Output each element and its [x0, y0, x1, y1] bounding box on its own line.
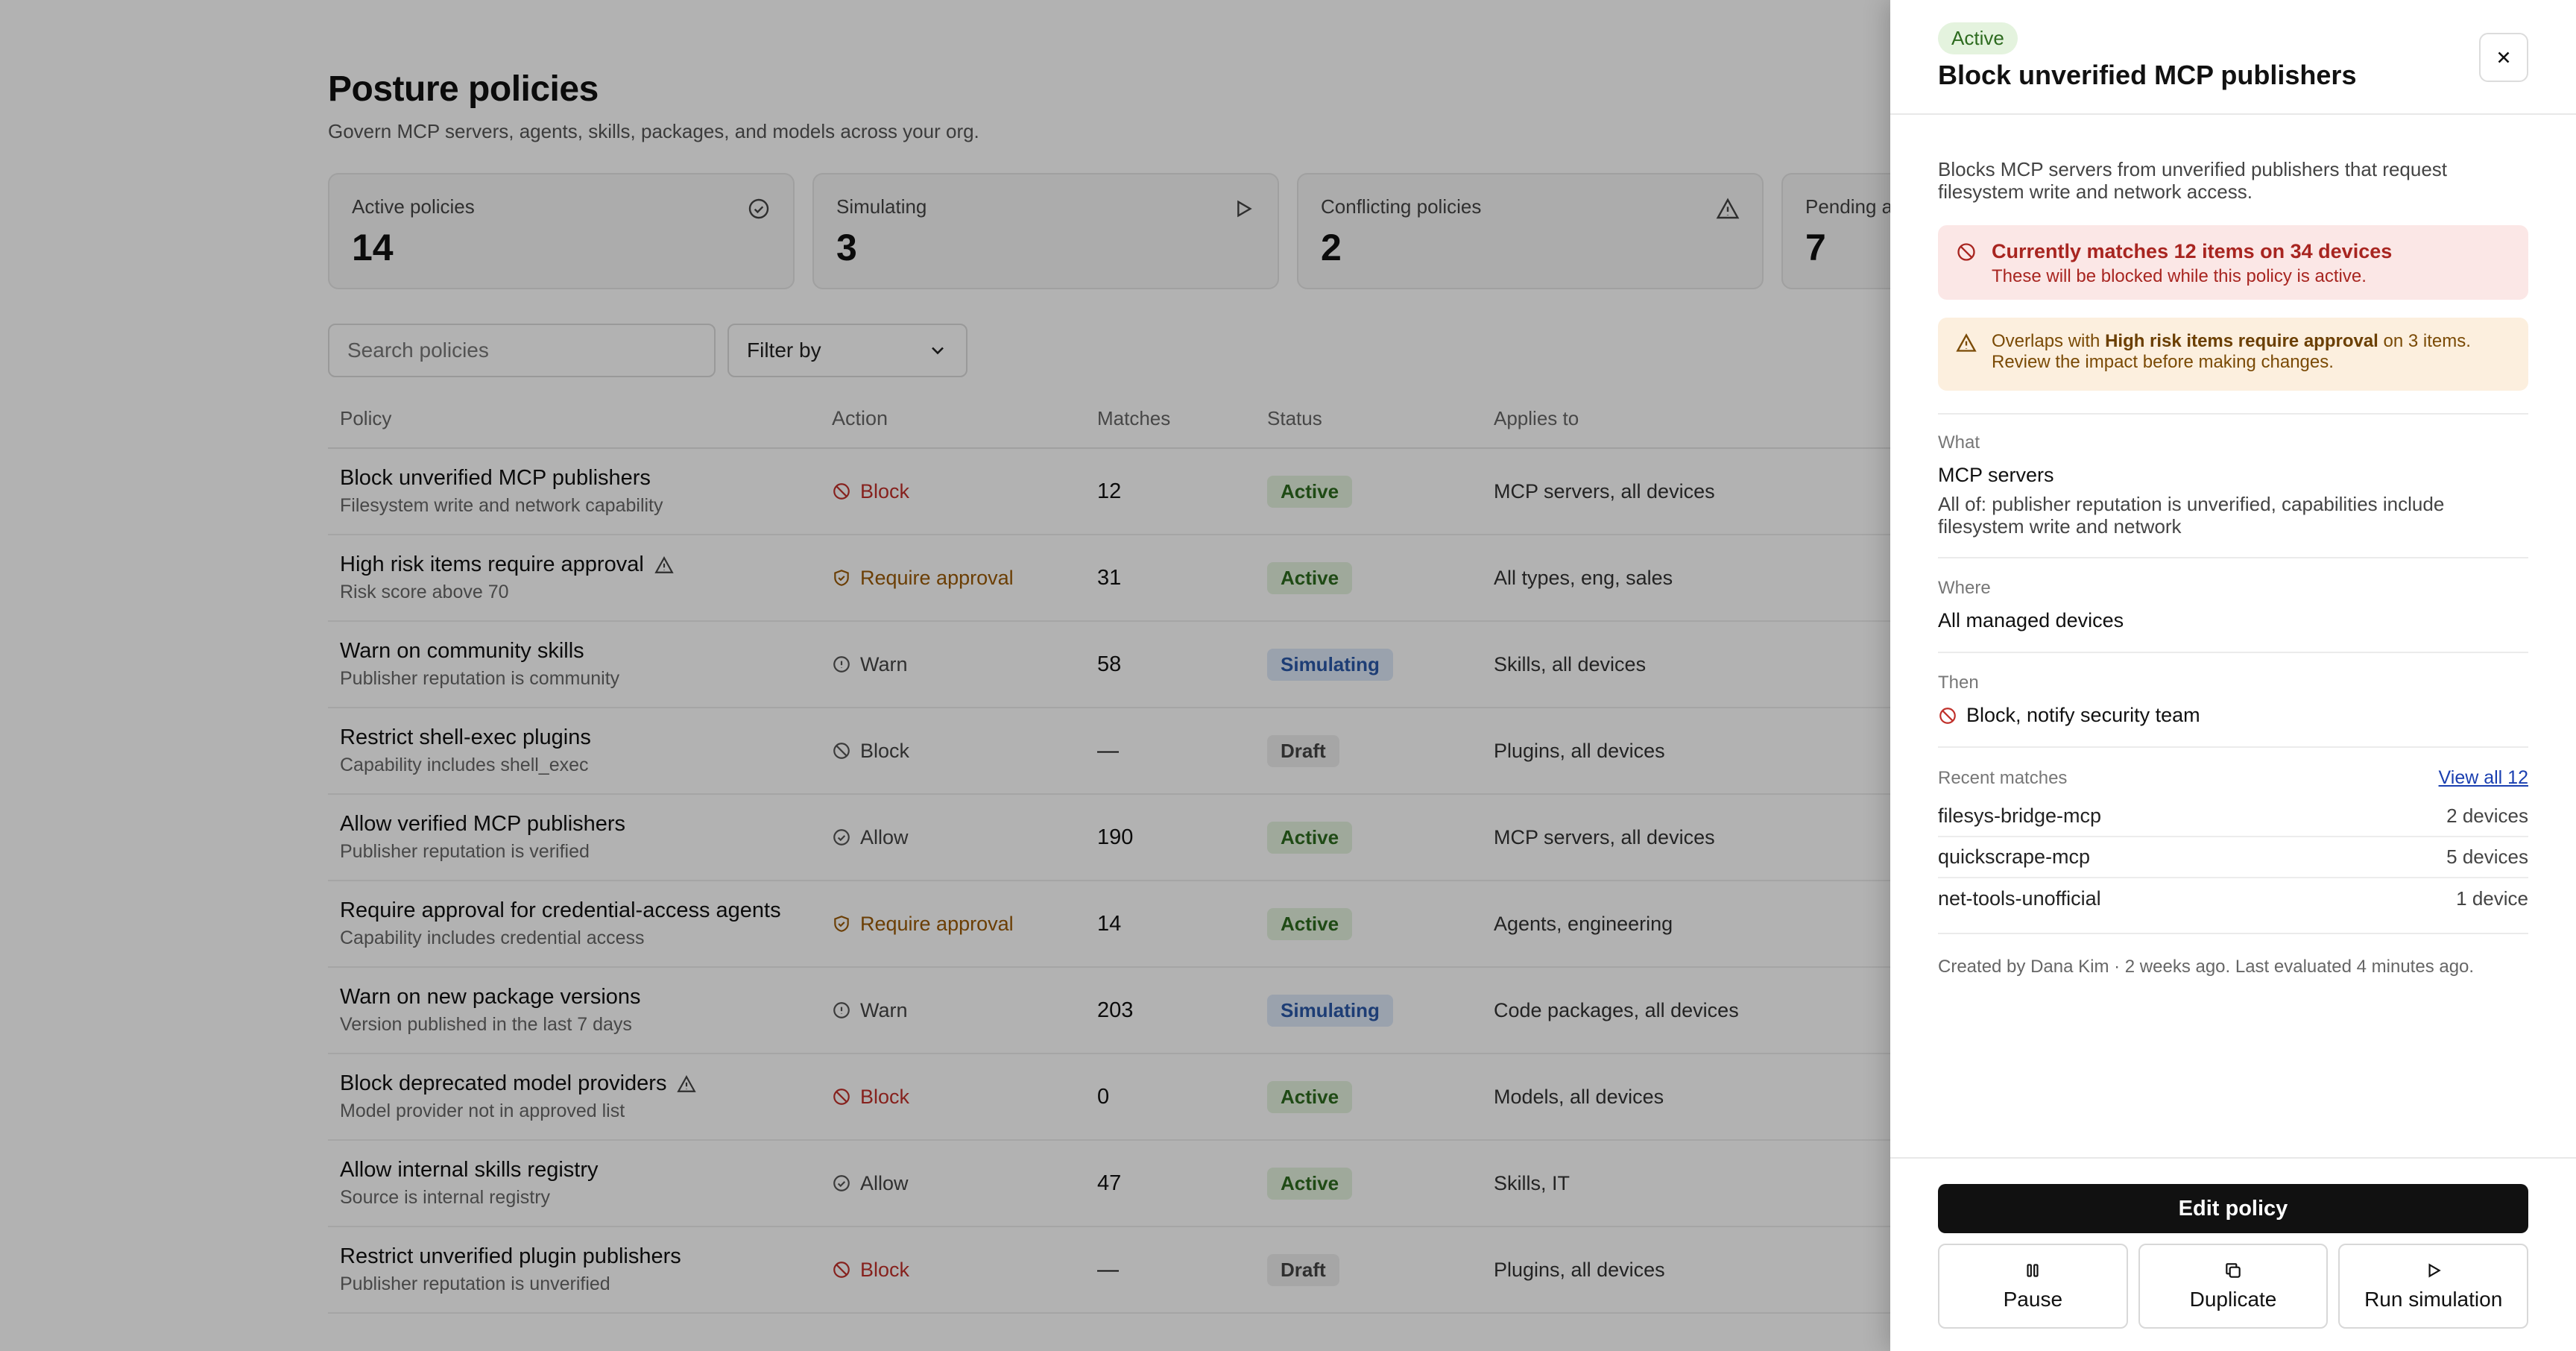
pause-icon	[2027, 1264, 2039, 1277]
view-all-link[interactable]: View all 12	[2439, 767, 2528, 789]
then-value: Block, notify security team	[1966, 704, 2200, 726]
drawer-footer: Edit policy Pause Duplicate Run simulati…	[1890, 1157, 2576, 1351]
match-count: 2 devices	[2446, 804, 2528, 827]
close-button[interactable]	[2479, 33, 2528, 82]
block-icon	[1939, 707, 1956, 724]
secondary-actions: Pause Duplicate Run simulation	[1938, 1244, 2529, 1329]
edit-policy-button[interactable]: Edit policy	[1938, 1184, 2528, 1233]
match-name: net-tools-unofficial	[1938, 887, 2101, 910]
section-recent-matches: Recent matches View all 12 filesys-bridg…	[1938, 746, 2528, 933]
section-label: Then	[1938, 673, 1979, 693]
match-count: 1 device	[2456, 887, 2528, 910]
match-name: quickscrape-mcp	[1938, 845, 2091, 868]
footnote-section: Created by Dana Kim · 2 weeks ago. Last …	[1938, 933, 2528, 977]
section-then: Then Block, notify security team	[1938, 652, 2528, 746]
pause-label: Pause	[2003, 1288, 2063, 1311]
list-item[interactable]: net-tools-unofficial 1 device	[1938, 878, 2528, 919]
policy-detail-drawer: Active Block unverified MCP publishers B…	[1890, 0, 2576, 1351]
overlap-alert-line2: Review the impact before making changes.	[1992, 352, 2334, 372]
match-alert-body: These will be blocked while this policy …	[1992, 266, 2367, 286]
close-icon	[2498, 51, 2510, 63]
then-row: Block, notify security team	[1938, 704, 2528, 727]
duplicate-label: Duplicate	[2189, 1288, 2277, 1311]
match-name: filesys-bridge-mcp	[1938, 804, 2102, 827]
overlap-prefix: Overlaps with	[1992, 331, 2100, 351]
drawer-header: Active Block unverified MCP publishers	[1890, 0, 2576, 115]
match-alert: Currently matches 12 items on 34 devices…	[1938, 225, 2528, 300]
overlap-policy-link[interactable]: High risk items require approval	[2105, 331, 2378, 351]
play-icon	[2428, 1263, 2441, 1278]
overlap-suffix: on 3 items.	[2383, 331, 2471, 351]
recent-matches-header: Recent matches View all 12	[1938, 767, 2528, 789]
where-value: All managed devices	[1938, 609, 2124, 632]
run-simulation-button[interactable]: Run simulation	[2338, 1244, 2529, 1329]
what-detail: All of: publisher reputation is unverifi…	[1938, 493, 2445, 538]
match-count: 5 devices	[2446, 845, 2528, 868]
overlap-alert: Overlaps with High risk items require ap…	[1938, 318, 2528, 391]
simulate-label: Run simulation	[2364, 1288, 2503, 1311]
list-item[interactable]: filesys-bridge-mcp 2 devices	[1938, 796, 2528, 837]
section-label: Recent matches	[1938, 767, 2068, 788]
drawer-title: Block unverified MCP publishers	[1938, 60, 2357, 90]
section-label: Where	[1938, 578, 1991, 598]
drawer-body: Blocks MCP servers from unverified publi…	[1938, 115, 2528, 977]
duplicate-button[interactable]: Duplicate	[2138, 1244, 2329, 1329]
list-item[interactable]: quickscrape-mcp 5 devices	[1938, 837, 2528, 878]
pause-button[interactable]: Pause	[1938, 1244, 2128, 1329]
section-label: What	[1938, 432, 1980, 453]
overlap-alert-line1: Overlaps with High risk items require ap…	[1992, 331, 2509, 352]
section-where: Where All managed devices	[1938, 557, 2528, 652]
block-icon	[1957, 243, 1975, 261]
status-badge: Active	[1938, 22, 2018, 54]
copy-icon	[2226, 1263, 2241, 1278]
section-what: What MCP servers All of: publisher reput…	[1938, 413, 2528, 557]
what-value: MCP servers	[1938, 464, 2054, 486]
warning-icon	[1956, 333, 1977, 352]
policy-description: Blocks MCP servers from unverified publi…	[1938, 158, 2448, 203]
match-alert-title: Currently matches 12 items on 34 devices	[1992, 240, 2393, 262]
audit-footnote: Created by Dana Kim · 2 weeks ago. Last …	[1938, 957, 2475, 977]
recent-matches-list: filesys-bridge-mcp 2 devices quickscrape…	[1938, 796, 2528, 919]
